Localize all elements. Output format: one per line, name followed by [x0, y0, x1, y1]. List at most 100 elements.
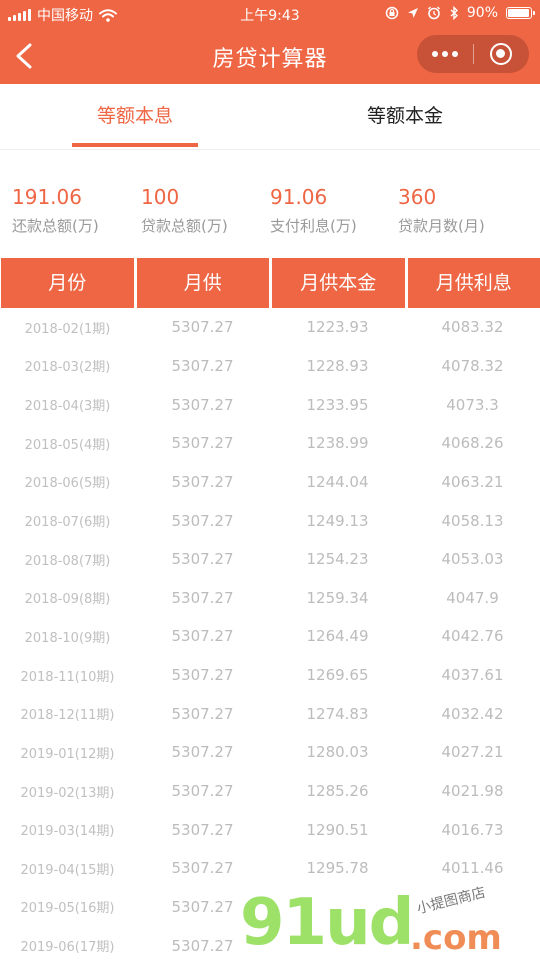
- summary-loan-amount: 100 贷款总额(万): [141, 184, 271, 236]
- summary-value: 191.06: [12, 185, 82, 209]
- summary-total-repayment: 191.06 还款总额(万): [12, 184, 142, 236]
- table-row: 2018-12(11期) 5307.27 1274.83 4032.42: [0, 694, 540, 733]
- summary-label: 贷款总额(万): [141, 217, 228, 235]
- cell-interest: 4058.13: [441, 511, 504, 530]
- cell-month: 2018-02(1期): [24, 321, 111, 337]
- alarm-icon: [427, 6, 440, 20]
- table-row: 2018-04(3期) 5307.27 1233.95 4073.3: [0, 385, 540, 424]
- column-header-interest: 月供利息: [407, 258, 540, 308]
- cell-month: 2019-01(12期): [20, 746, 115, 762]
- cell-principal: 1285.26: [306, 782, 369, 800]
- cell-payment: 5307.27: [171, 666, 234, 685]
- cell-payment: 5307.27: [171, 782, 234, 800]
- summary-value: 91.06: [270, 185, 328, 209]
- more-dots-icon: [431, 51, 458, 57]
- cell-payment: 5307.27: [171, 627, 234, 646]
- cell-interest: 4063.21: [441, 472, 504, 491]
- cell-interest: 4011.46: [441, 859, 504, 878]
- cell-payment: 5307.27: [171, 936, 234, 955]
- mini-program-capsule: [417, 35, 529, 73]
- cell-payment: 5307.27: [171, 511, 234, 530]
- summary-value: 360: [398, 185, 437, 209]
- cell-payment: 5307.27: [171, 859, 234, 878]
- battery-percent: 90%: [466, 5, 498, 21]
- table-row: 2019-03(14期) 5307.27 1290.51 4016.73: [0, 810, 540, 849]
- tab-equal-principal[interactable]: 等额本金: [270, 84, 540, 150]
- cell-month: 2019-06(17期): [20, 940, 115, 956]
- table-row: 2018-05(4期) 5307.27 1238.99 4068.26: [0, 424, 540, 463]
- cell-interest: 4073.3: [446, 395, 499, 414]
- top-bar: 中国移动 上午9:43 90% 房贷计算器: [0, 0, 540, 84]
- cell-principal: 1249.13: [306, 511, 369, 530]
- table-row: 2018-09(8期) 5307.27 1259.34 4047.9: [0, 578, 540, 617]
- cell-month: 2018-09(8期): [24, 592, 111, 608]
- cell-principal: 1295.78: [306, 859, 369, 878]
- cell-principal: 1238.99: [306, 434, 369, 453]
- cell-principal: 1264.49: [306, 627, 369, 646]
- cell-month: 2019-04(15期): [20, 862, 115, 878]
- cell-month: 2018-08(7期): [24, 553, 111, 569]
- cell-payment: 5307.27: [171, 820, 234, 839]
- summary-interest: 91.06 支付利息(万): [270, 184, 400, 236]
- table-row: 2019-05(16期) 5307.27: [0, 888, 540, 927]
- summary-label: 支付利息(万): [270, 217, 357, 235]
- summary-label: 还款总额(万): [12, 217, 99, 235]
- repayment-method-tabs: 等额本息 等额本金: [0, 84, 540, 150]
- table-row: 2018-11(10期) 5307.27 1269.65 4037.61: [0, 656, 540, 695]
- tab-equal-installment[interactable]: 等额本息: [0, 84, 270, 150]
- cell-payment: 5307.27: [171, 588, 234, 607]
- column-header-month: 月份: [1, 258, 134, 308]
- location-icon: [407, 8, 418, 18]
- schedule-table-body: 2018-02(1期) 5307.27 1223.93 4083.32 2018-03(…: [0, 308, 540, 960]
- table-row: 2018-08(7期) 5307.27 1254.23 4053.03: [0, 540, 540, 579]
- cell-principal: 1274.83: [306, 704, 369, 723]
- table-row: 2019-01(12期) 5307.27 1280.03 4027.21: [0, 733, 540, 772]
- nav-bar: 房贷计算器: [0, 28, 540, 84]
- table-row: 2019-02(13期) 5307.27 1285.26 4021.98: [0, 772, 540, 811]
- battery-icon: [506, 7, 535, 19]
- cell-payment: 5307.27: [171, 434, 234, 453]
- summary-value: 100: [141, 185, 180, 209]
- rotation-lock-icon: [385, 6, 399, 20]
- cell-interest: 4032.42: [441, 704, 504, 723]
- cell-payment: 5307.27: [171, 356, 234, 375]
- cell-month: 2018-12(11期): [20, 708, 115, 724]
- cell-interest: 4042.76: [441, 627, 504, 646]
- cell-payment: 5307.27: [171, 743, 234, 762]
- cell-principal: 1254.23: [306, 550, 369, 569]
- close-mini-program-button[interactable]: [473, 35, 529, 73]
- target-icon: [490, 43, 513, 65]
- cell-payment: 5307.27: [171, 704, 234, 723]
- cell-principal: 1290.51: [306, 820, 369, 839]
- column-header-payment: 月供: [136, 258, 269, 308]
- cell-principal: 1280.03: [306, 743, 369, 762]
- cell-principal: 1223.93: [306, 318, 369, 337]
- cell-interest: 4078.32: [441, 356, 504, 375]
- cell-month: 2019-05(16期): [20, 901, 115, 917]
- cell-principal: 1244.04: [306, 472, 369, 491]
- cell-principal: 1233.95: [306, 395, 369, 414]
- table-row: 2018-10(9期) 5307.27 1264.49 4042.76: [0, 617, 540, 656]
- cell-month: 2018-10(9期): [24, 630, 111, 646]
- cell-principal: 1228.93: [306, 356, 369, 375]
- column-header-principal: 月供本金: [272, 258, 405, 308]
- cell-payment: 5307.27: [171, 550, 234, 569]
- summary-label: 贷款月数(月): [398, 217, 485, 235]
- cell-month: 2018-04(3期): [24, 399, 111, 415]
- cell-interest: 4021.98: [441, 782, 504, 800]
- cell-payment: 5307.27: [171, 472, 234, 491]
- cell-principal: 1269.65: [306, 666, 369, 685]
- cell-month: 2019-03(14期): [20, 824, 115, 840]
- cell-payment: 5307.27: [171, 318, 234, 337]
- table-row: 2019-04(15期) 5307.27 1295.78 4011.46: [0, 849, 540, 888]
- cell-interest: 4068.26: [441, 434, 504, 453]
- cell-month: 2018-06(5期): [24, 476, 111, 492]
- cell-month: 2018-03(2期): [24, 360, 111, 376]
- cell-month: 2018-05(4期): [24, 437, 111, 453]
- table-row: 2018-03(2期) 5307.27 1228.93 4078.32: [0, 347, 540, 386]
- status-bar: 中国移动 上午9:43 90%: [0, 0, 540, 28]
- bluetooth-icon: [450, 6, 458, 20]
- table-row: 2018-06(5期) 5307.27 1244.04 4063.21: [0, 463, 540, 502]
- table-row: 2018-02(1期) 5307.27 1223.93 4083.32: [0, 308, 540, 347]
- more-button[interactable]: [417, 35, 473, 73]
